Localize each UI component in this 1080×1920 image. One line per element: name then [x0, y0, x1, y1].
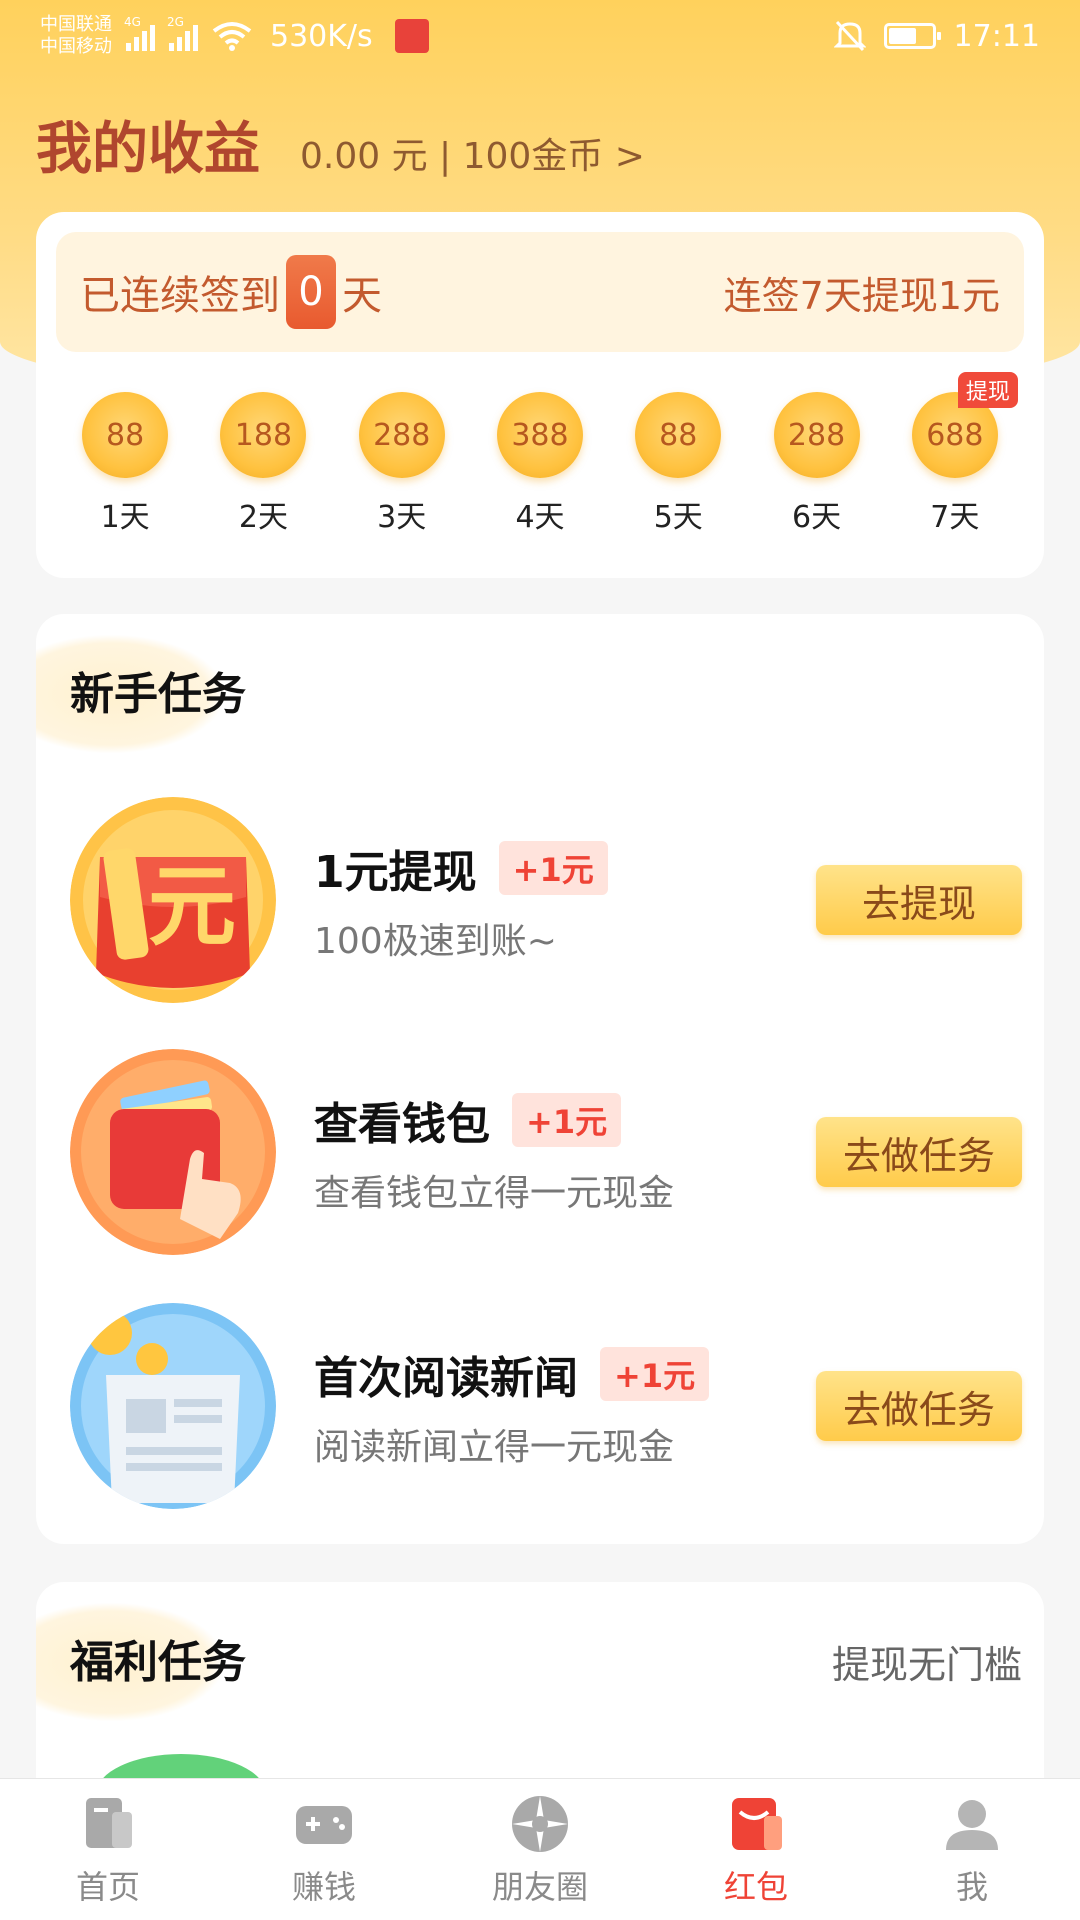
signin-day[interactable]: 88 5天 [623, 392, 733, 536]
one-yuan-redpacket-icon: 元 [70, 797, 276, 1003]
coin-icon: 288 [358, 392, 445, 478]
nav-label: 首页 [75, 1867, 140, 1906]
day-label: 4天 [515, 500, 565, 535]
task-title: 查看钱包 [314, 1099, 490, 1150]
coin-icon: 388 [496, 392, 583, 478]
profile-icon [946, 1799, 998, 1850]
task-description: 阅读新闻立得一元现金 [314, 1427, 675, 1468]
nav-label: 朋友圈 [491, 1867, 588, 1906]
signin-reward-hint: 连签7天提现1元 [723, 273, 1000, 318]
task-info: 首次阅读新闻 +1元 阅读新闻立得一元现金 [314, 1342, 710, 1470]
carrier-2: 中国移动 [40, 36, 112, 57]
carrier-names: 中国联通 中国移动 [40, 14, 112, 58]
benefit-hint: 提现无门槛 [831, 1643, 1022, 1687]
app-notification-icon [394, 19, 429, 53]
signin-day[interactable]: 提现 688 7天 [900, 372, 1018, 536]
battery-level [888, 28, 917, 44]
section-title: 福利任务 [70, 1637, 246, 1688]
withdraw-tag: 提现 [957, 372, 1018, 408]
day-label: 5天 [653, 500, 703, 535]
task-title: 1元提现 [314, 847, 477, 898]
reward-badge: +1元 [512, 1093, 622, 1147]
carrier-1: 中国联通 [40, 14, 112, 35]
day-label: 1天 [100, 500, 150, 535]
streak-prefix: 已连续签到 [80, 273, 280, 319]
task-item[interactable]: 元 1元提现 +1元 100极速到账~ 去提现 [36, 790, 1044, 1010]
streak-count: 0 [286, 255, 336, 329]
mute-bell-icon [833, 20, 866, 52]
nav-item-profile[interactable]: 我 [882, 1792, 1062, 1908]
section-title: 新手任务 [70, 669, 246, 720]
task-item[interactable]: 查看钱包 +1元 查看钱包立得一元现金 去做任务 [36, 1042, 1044, 1262]
signal-icon: 4G [124, 15, 155, 51]
earnings-header: 我的收益 0.00 元 | 100金币 > [36, 104, 645, 185]
day-label: 3天 [377, 500, 427, 535]
signin-days: 88 1天 188 2天 288 3天 388 4天 88 5天 288 6天 … [36, 372, 1044, 536]
task-info: 1元提现 +1元 100极速到账~ [314, 836, 608, 964]
streak-suffix: 天 [342, 273, 382, 319]
wallet-icon [70, 1049, 276, 1255]
earnings-summary-link[interactable]: 0.00 元 | 100金币 > [300, 127, 645, 179]
day-label: 2天 [238, 500, 288, 535]
withdraw-button[interactable]: 去提现 [816, 865, 1022, 935]
day-label: 7天 [930, 500, 980, 535]
coin-icon: 88 [82, 392, 169, 478]
status-bar: 中国联通 中国移动 4G 2G 530K/s 17:11 [0, 0, 1080, 72]
task-description: 查看钱包立得一元现金 [314, 1173, 675, 1214]
task-item[interactable]: 首次阅读新闻 +1元 阅读新闻立得一元现金 去做任务 [36, 1296, 1044, 1516]
signin-day[interactable]: 188 2天 [208, 392, 318, 536]
nav-label: 红包 [723, 1867, 788, 1906]
coin-icon: 188 [220, 392, 307, 478]
wifi-icon [212, 22, 252, 51]
battery-icon [883, 23, 941, 49]
streak-text: 已连续签到 0 天 [80, 255, 382, 329]
page-title: 我的收益 [36, 117, 260, 182]
signin-day[interactable]: 288 6天 [762, 392, 872, 536]
task-info: 查看钱包 +1元 查看钱包立得一元现金 [314, 1088, 674, 1216]
nav-label: 赚钱 [291, 1867, 356, 1906]
do-task-button[interactable]: 去做任务 [816, 1117, 1022, 1187]
signin-day[interactable]: 88 1天 [70, 392, 180, 536]
day-label: 6天 [792, 500, 842, 535]
reward-badge: +1元 [498, 841, 608, 895]
signin-day[interactable]: 288 3天 [347, 392, 457, 536]
signin-card: 已连续签到 0 天 连签7天提现1元 88 1天 188 2天 288 3天 3… [36, 212, 1044, 578]
bottom-nav: 首页 赚钱 朋友圈 红包 我 [0, 1778, 1080, 1920]
do-task-button[interactable]: 去做任务 [816, 1371, 1022, 1441]
reward-badge: +1元 [600, 1347, 710, 1401]
newspaper-icon [70, 1303, 276, 1509]
section-header: 新手任务 [36, 614, 276, 754]
network-speed: 530K/s [270, 18, 373, 54]
network-type-2: 2G [167, 15, 184, 29]
nav-item-home[interactable]: 首页 [18, 1792, 198, 1908]
signal-icon: 2G [167, 15, 198, 51]
nav-item-moments[interactable]: 朋友圈 [450, 1792, 630, 1908]
signin-banner: 已连续签到 0 天 连签7天提现1元 [56, 232, 1024, 352]
newbie-tasks-card: 新手任务 元 1元提现 +1元 100极速到账~ 去提现 查看钱包 +1元 查看… [36, 614, 1044, 1544]
home-icon [86, 1797, 132, 1848]
section-header: 福利任务 [36, 1582, 276, 1722]
task-title: 首次阅读新闻 [314, 1353, 578, 1404]
nav-label: 我 [955, 1867, 988, 1906]
network-type-1: 4G [124, 15, 141, 29]
task-description: 100极速到账~ [314, 921, 557, 962]
nav-item-earn[interactable]: 赚钱 [234, 1792, 414, 1908]
gamepad-icon [296, 1805, 352, 1844]
red-packet-icon [732, 1797, 782, 1850]
coin-icon: 288 [773, 392, 860, 478]
clock: 17:11 [953, 18, 1040, 54]
svg-text:元: 元 [148, 855, 236, 958]
signin-day[interactable]: 388 4天 [485, 392, 595, 536]
moments-icon [512, 1795, 568, 1852]
nav-item-red-packet[interactable]: 红包 [666, 1792, 846, 1908]
coin-icon: 88 [635, 392, 722, 478]
